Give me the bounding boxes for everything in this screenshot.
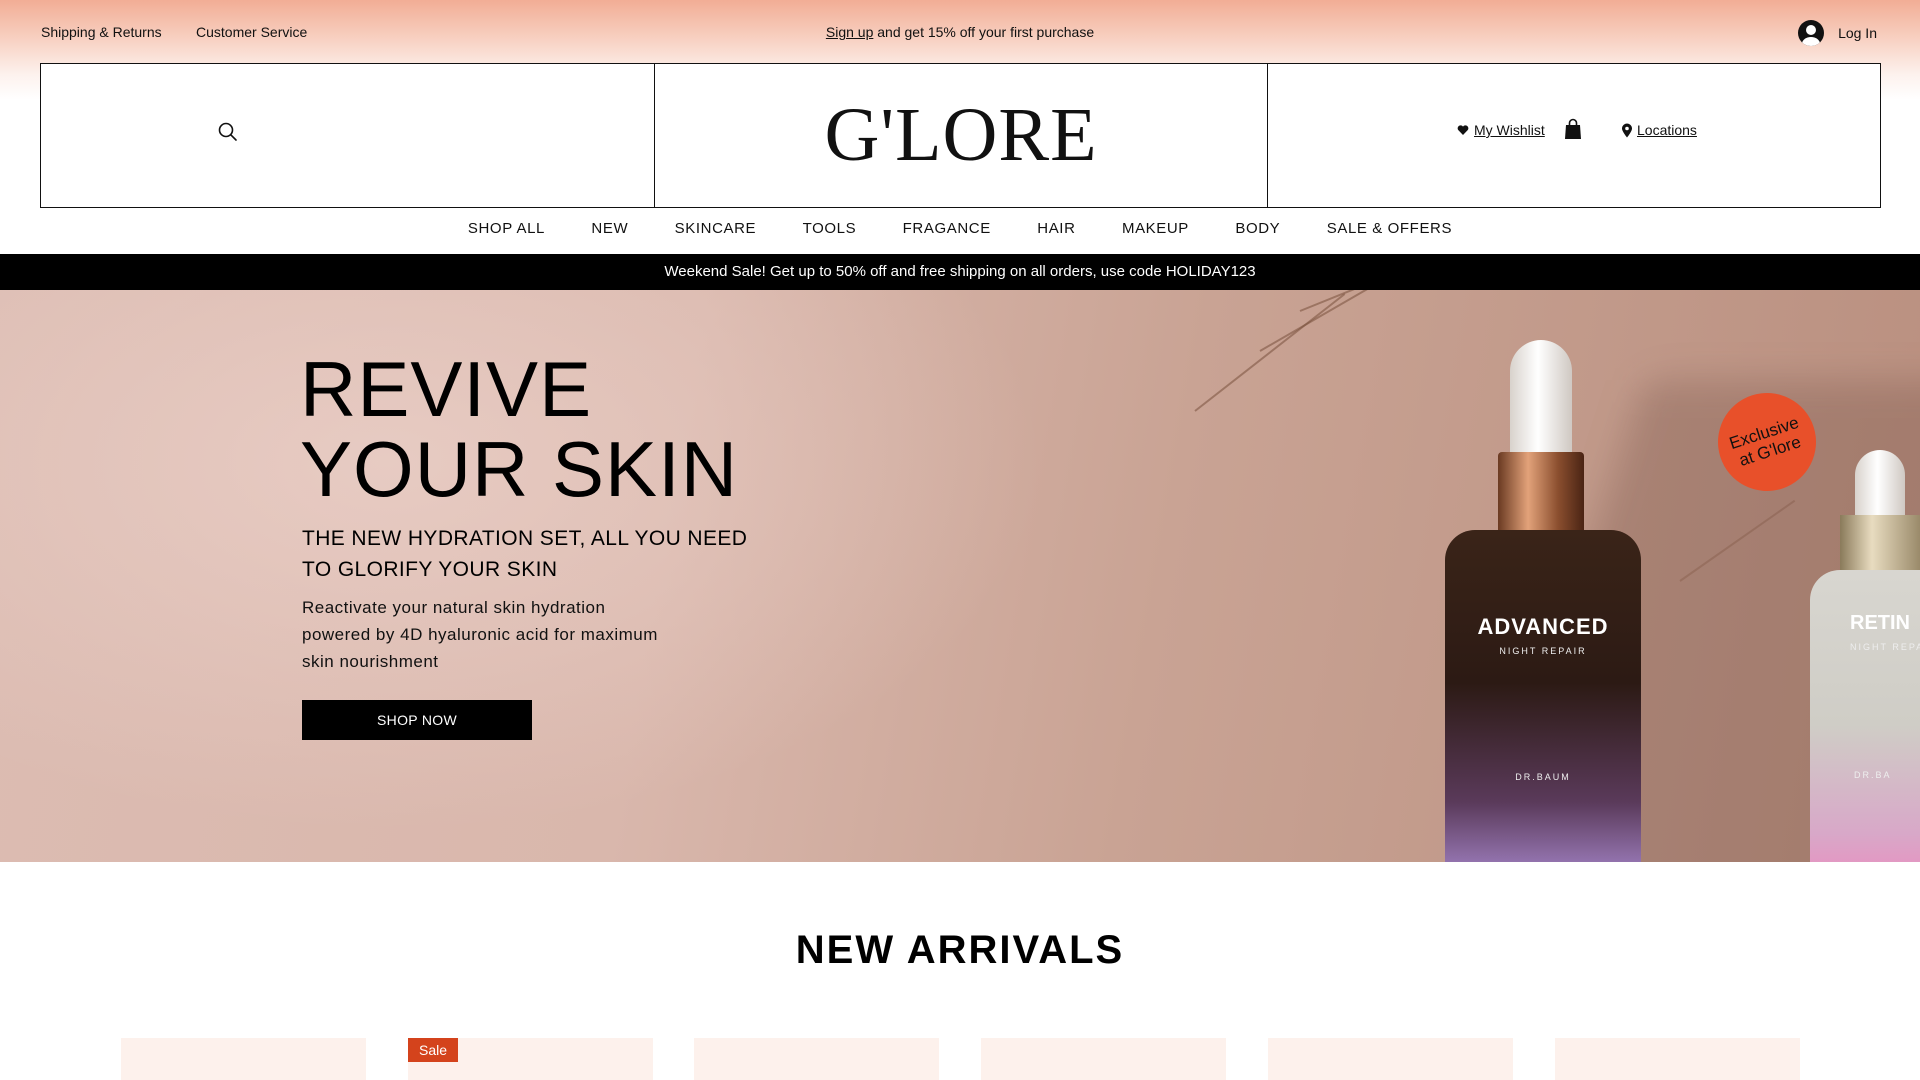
site-header: G'LORE My Wishlist Locations (40, 63, 1881, 208)
signup-promo: Sign up and get 15% off your first purch… (0, 24, 1920, 40)
bottle-brand: DR.BAUM (1515, 772, 1571, 782)
nav-new[interactable]: NEW (591, 220, 628, 237)
nav-fragance[interactable]: FRAGANCE (903, 220, 991, 237)
location-pin-icon (1622, 123, 1632, 137)
shop-now-button[interactable]: SHOP NOW (302, 700, 532, 740)
serum-bottle-advanced: ADVANCED NIGHT REPAIR DR.BAUM (1440, 340, 1650, 862)
hero-banner: REVIVE YOUR SKIN THE NEW HYDRATION SET, … (0, 290, 1920, 862)
locations-label: Locations (1637, 122, 1697, 138)
hero-description: Reactivate your natural skin hydration p… (302, 598, 658, 671)
nav-sale-offers[interactable]: SALE & OFFERS (1327, 220, 1452, 237)
user-avatar-icon (1798, 20, 1825, 46)
shopping-bag-icon[interactable] (1564, 118, 1582, 140)
bottle-dropper-cap (1510, 340, 1572, 458)
locations-link[interactable]: Locations (1621, 122, 1697, 138)
bottle-sublabel: NIGHT REPAIR (1499, 646, 1587, 656)
bottle-neck (1498, 452, 1584, 534)
new-arrivals-title: NEW ARRIVALS (795, 928, 1125, 972)
sale-badge: Sale (408, 1038, 459, 1062)
hero-subtitle: THE NEW HYDRATION SET, ALL YOU NEED TO G… (302, 527, 748, 581)
promo-text: and get 15% off your first purchase (873, 24, 1095, 40)
product-card[interactable] (694, 1038, 939, 1080)
announcement-bar: Weekend Sale! Get up to 50% off and free… (0, 254, 1920, 290)
hero-title-line1: REVIVE (300, 345, 593, 433)
bottle-dropper-cap (1855, 450, 1905, 520)
header-search-cell (41, 64, 655, 207)
nav-body[interactable]: BODY (1235, 220, 1280, 237)
bottle-body: ADVANCED NIGHT REPAIR DR.BAUM (1445, 530, 1641, 862)
nav-makeup[interactable]: MAKEUP (1122, 220, 1189, 237)
signup-link[interactable]: Sign up (826, 24, 873, 40)
bottle-neck (1840, 515, 1920, 573)
nav-shop-all[interactable]: SHOP ALL (468, 220, 545, 237)
product-card[interactable] (981, 1038, 1226, 1080)
wishlist-link[interactable]: My Wishlist (1457, 122, 1545, 138)
main-nav: SHOP ALL NEW SKINCARE TOOLS FRAGANCE HAI… (0, 220, 1920, 244)
product-card[interactable]: Sale (408, 1038, 653, 1080)
login-label: Log In (1838, 25, 1877, 41)
heart-icon (1457, 125, 1469, 135)
bottle-brand: DR.BA (1854, 770, 1892, 780)
login-button[interactable]: Log In (1798, 20, 1877, 46)
nav-tools[interactable]: TOOLS (803, 220, 857, 237)
product-card[interactable] (1268, 1038, 1513, 1080)
site-logo[interactable]: G'LORE (824, 92, 1097, 179)
header-logo-cell: G'LORE (655, 64, 1268, 207)
hero-title-line2: YOUR SKIN (300, 425, 739, 513)
bottle-label: ADVANCED (1477, 614, 1609, 639)
bottle-sublabel: NIGHT REPA (1850, 642, 1920, 652)
nav-hair[interactable]: HAIR (1037, 220, 1075, 237)
bottle-body: RETIN NIGHT REPA DR.BA (1810, 570, 1920, 862)
product-card[interactable] (121, 1038, 366, 1080)
nav-skincare[interactable]: SKINCARE (675, 220, 757, 237)
header-actions-cell: My Wishlist Locations (1268, 64, 1880, 207)
search-icon[interactable] (217, 121, 239, 143)
hero-title: REVIVE YOUR SKIN (300, 349, 738, 509)
grass-stem (1194, 293, 1346, 412)
bottle-label: RETIN (1850, 612, 1910, 634)
wishlist-label: My Wishlist (1474, 122, 1545, 138)
product-card[interactable] (1555, 1038, 1800, 1080)
serum-bottle-retinol: RETIN NIGHT REPA DR.BA (1810, 450, 1920, 862)
